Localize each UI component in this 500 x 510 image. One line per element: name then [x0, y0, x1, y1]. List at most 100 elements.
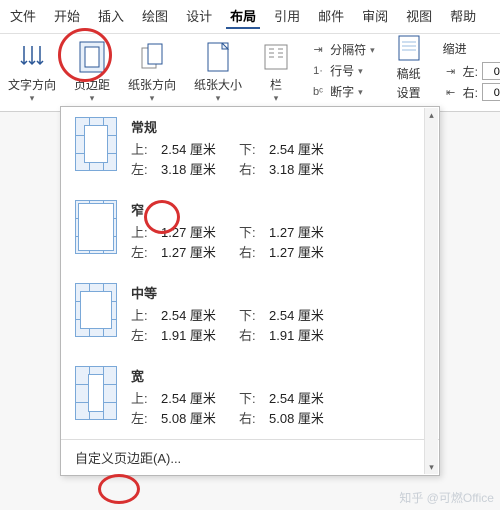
chevron-down-icon: ▾: [358, 68, 363, 74]
line-numbers-label: 行号: [330, 62, 354, 79]
draft-paper-icon: [393, 33, 425, 63]
bottom-label: 下:: [239, 306, 263, 326]
chevron-down-icon: ▾: [150, 95, 155, 101]
right-value: 5.08 厘米: [269, 409, 341, 429]
menu-item-审阅[interactable]: 审阅: [358, 4, 392, 29]
margin-thumb-icon: [75, 366, 117, 420]
scroll-thumb[interactable]: [425, 122, 438, 460]
top-value: 2.54 厘米: [161, 140, 233, 160]
menu-item-文件[interactable]: 文件: [6, 4, 40, 29]
left-label: 左:: [131, 409, 155, 429]
menu-bar: 文件开始插入绘图设计布局引用邮件审阅视图帮助: [0, 0, 500, 34]
menu-item-视图[interactable]: 视图: [402, 4, 436, 29]
indent-right-label: 右:: [463, 84, 478, 101]
page-margins-button[interactable]: 页边距 ▾: [74, 40, 110, 101]
draft-paper-label: 稿纸: [397, 65, 421, 82]
chevron-down-icon: ▾: [358, 89, 363, 95]
margins-dropdown: 常规上:2.54 厘米下:2.54 厘米左:3.18 厘米右:3.18 厘米窄上…: [60, 106, 440, 476]
right-label: 右:: [239, 326, 263, 346]
menu-item-帮助[interactable]: 帮助: [446, 4, 480, 29]
indent-left-label: 左:: [463, 63, 478, 80]
margin-preset-medium[interactable]: 中等上:2.54 厘米下:2.54 厘米左:1.91 厘米右:1.91 厘米: [61, 273, 439, 356]
breaks-icon: ⇥: [310, 42, 326, 58]
chevron-down-icon: ▾: [90, 95, 95, 101]
bottom-value: 2.54 厘米: [269, 140, 341, 160]
top-value: 2.54 厘米: [161, 306, 233, 326]
chevron-down-icon: ▾: [30, 95, 35, 101]
right-value: 3.18 厘米: [269, 160, 341, 180]
chevron-down-icon: ▾: [274, 95, 279, 101]
menu-item-邮件[interactable]: 邮件: [314, 4, 348, 29]
paper-size-icon: [202, 40, 234, 74]
indent-group: 缩进 ⇥ 左: ⇤ 右:: [443, 40, 500, 101]
preset-name: 常规: [131, 117, 423, 136]
margin-preset-wide[interactable]: 宽上:2.54 厘米下:2.54 厘米左:5.08 厘米右:5.08 厘米: [61, 356, 439, 439]
left-value: 1.91 厘米: [161, 326, 233, 346]
menu-item-绘图[interactable]: 绘图: [138, 4, 172, 29]
columns-icon: [260, 40, 292, 74]
paper-size-button[interactable]: 纸张大小 ▾: [194, 40, 242, 101]
watermark: 知乎 @可燃Office: [399, 489, 494, 506]
scroll-up-icon[interactable]: ▴: [425, 108, 438, 122]
menu-item-插入[interactable]: 插入: [94, 4, 128, 29]
top-value: 2.54 厘米: [161, 389, 233, 409]
text-direction-label: 文字方向: [8, 76, 56, 93]
menu-item-开始[interactable]: 开始: [50, 4, 84, 29]
line-numbers-icon: 1·: [310, 63, 326, 79]
menu-item-引用[interactable]: 引用: [270, 4, 304, 29]
right-label: 右:: [239, 409, 263, 429]
indent-left-icon: ⇥: [443, 63, 459, 79]
top-label: 上:: [131, 140, 155, 160]
margin-preset-normal[interactable]: 常规上:2.54 厘米下:2.54 厘米左:3.18 厘米右:3.18 厘米: [61, 107, 439, 190]
draft-paper-button[interactable]: 稿纸 设置: [393, 40, 425, 101]
indent-right-input[interactable]: [482, 83, 500, 101]
right-value: 1.91 厘米: [269, 326, 341, 346]
draft-paper-label2: 设置: [397, 84, 421, 101]
right-value: 1.27 厘米: [269, 243, 341, 263]
margin-thumb-icon: [75, 200, 117, 254]
ribbon: 文字方向 ▾ 页边距 ▾ 纸张方向 ▾ 纸张大小 ▾ 栏 ▾ ⇥分隔符 ▾ 1·…: [0, 34, 500, 112]
breaks-button[interactable]: ⇥分隔符 ▾: [310, 41, 375, 58]
top-label: 上:: [131, 223, 155, 243]
custom-margins-item[interactable]: 自定义页边距(A)...: [61, 440, 439, 475]
top-label: 上:: [131, 389, 155, 409]
right-label: 右:: [239, 243, 263, 263]
left-value: 1.27 厘米: [161, 243, 233, 263]
breaks-label: 分隔符: [330, 41, 366, 58]
chevron-down-icon: ▾: [216, 95, 221, 101]
orientation-icon: [136, 40, 168, 74]
indent-title: 缩进: [443, 40, 500, 57]
scrollbar[interactable]: ▴ ▾: [424, 108, 438, 474]
indent-left-input[interactable]: [482, 62, 500, 80]
margin-thumb-icon: [75, 283, 117, 337]
menu-item-布局[interactable]: 布局: [226, 4, 260, 29]
preset-name: 宽: [131, 366, 423, 385]
annotation-circle: [98, 474, 140, 504]
top-label: 上:: [131, 306, 155, 326]
chevron-down-icon: ▾: [370, 47, 375, 53]
bottom-value: 2.54 厘米: [269, 389, 341, 409]
margin-preset-narrow[interactable]: 窄上:1.27 厘米下:1.27 厘米左:1.27 厘米右:1.27 厘米: [61, 190, 439, 273]
hyphenation-label: 断字: [330, 83, 354, 100]
hyphenation-button[interactable]: bᶜ断字 ▾: [310, 83, 375, 100]
page-margins-label: 页边距: [74, 76, 110, 93]
left-label: 左:: [131, 326, 155, 346]
menu-item-设计[interactable]: 设计: [182, 4, 216, 29]
bottom-value: 1.27 厘米: [269, 223, 341, 243]
right-label: 右:: [239, 160, 263, 180]
line-numbers-button[interactable]: 1·行号 ▾: [310, 62, 375, 79]
columns-button[interactable]: 栏 ▾: [260, 40, 292, 101]
left-value: 3.18 厘米: [161, 160, 233, 180]
bottom-label: 下:: [239, 140, 263, 160]
text-direction-button[interactable]: 文字方向 ▾: [8, 40, 56, 101]
bottom-value: 2.54 厘米: [269, 306, 341, 326]
scroll-down-icon[interactable]: ▾: [425, 460, 438, 474]
preset-name: 中等: [131, 283, 423, 302]
margin-thumb-icon: [75, 117, 117, 171]
orientation-button[interactable]: 纸张方向 ▾: [128, 40, 176, 101]
top-value: 1.27 厘米: [161, 223, 233, 243]
bottom-label: 下:: [239, 223, 263, 243]
page-margins-icon: [76, 40, 108, 74]
page-setup-small-group: ⇥分隔符 ▾ 1·行号 ▾ bᶜ断字 ▾: [310, 40, 375, 101]
left-value: 5.08 厘米: [161, 409, 233, 429]
